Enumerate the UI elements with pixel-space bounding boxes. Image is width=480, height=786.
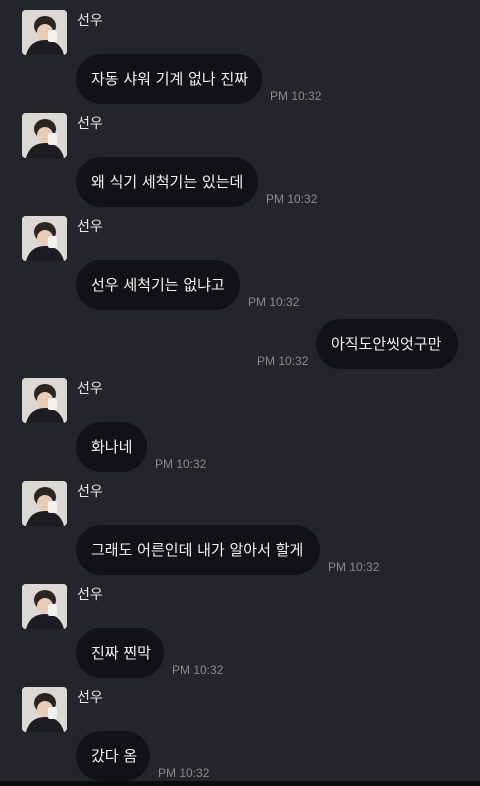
message-bubble[interactable]: 선우 세척기는 없냐고 xyxy=(76,260,240,310)
message-timestamp: PM 10:32 xyxy=(257,354,309,368)
avatar-photo xyxy=(22,481,67,526)
avatar-photo xyxy=(22,216,67,261)
sender-name: 선우 xyxy=(77,219,103,235)
avatar[interactable] xyxy=(22,113,67,158)
avatar-photo xyxy=(22,113,67,158)
avatar-photo xyxy=(22,584,67,629)
chat-area: 선우 자동 샤워 기계 없나 진짜 PM 10:32 선우 왜 식기 세척기는 … xyxy=(0,0,480,786)
message-bubble[interactable]: 그래도 어른인데 내가 알아서 할게 xyxy=(76,525,320,575)
avatar[interactable] xyxy=(22,378,67,423)
message-timestamp: PM 10:32 xyxy=(328,560,380,574)
avatar[interactable] xyxy=(22,687,67,732)
sender-name: 선우 xyxy=(77,690,103,706)
message-timestamp: PM 10:32 xyxy=(158,766,210,780)
message-bubble-outgoing[interactable]: 아직도안씻엇구만 xyxy=(316,319,458,369)
message-timestamp: PM 10:32 xyxy=(155,457,207,471)
sender-name: 선우 xyxy=(77,484,103,500)
avatar-photo xyxy=(22,10,67,55)
message-timestamp: PM 10:32 xyxy=(266,192,318,206)
message-timestamp: PM 10:32 xyxy=(172,663,224,677)
message-bubble[interactable]: 진짜 찐막 xyxy=(76,628,164,678)
bottom-bar xyxy=(0,781,480,786)
message-bubble[interactable]: 화나네 xyxy=(76,422,147,472)
message-bubble[interactable]: 자동 샤워 기계 없나 진짜 xyxy=(76,54,262,104)
message-bubble[interactable]: 왜 식기 세척기는 있는데 xyxy=(76,157,258,207)
message-timestamp: PM 10:32 xyxy=(248,295,300,309)
avatar[interactable] xyxy=(22,216,67,261)
sender-name: 선우 xyxy=(77,13,103,29)
message-bubble[interactable]: 갔다 옴 xyxy=(76,731,150,781)
sender-name: 선우 xyxy=(77,587,103,603)
avatar[interactable] xyxy=(22,481,67,526)
sender-name: 선우 xyxy=(77,116,103,132)
sender-name: 선우 xyxy=(77,381,103,397)
avatar-photo xyxy=(22,378,67,423)
avatar-photo xyxy=(22,687,67,732)
avatar[interactable] xyxy=(22,10,67,55)
avatar[interactable] xyxy=(22,584,67,629)
message-timestamp: PM 10:32 xyxy=(270,89,322,103)
